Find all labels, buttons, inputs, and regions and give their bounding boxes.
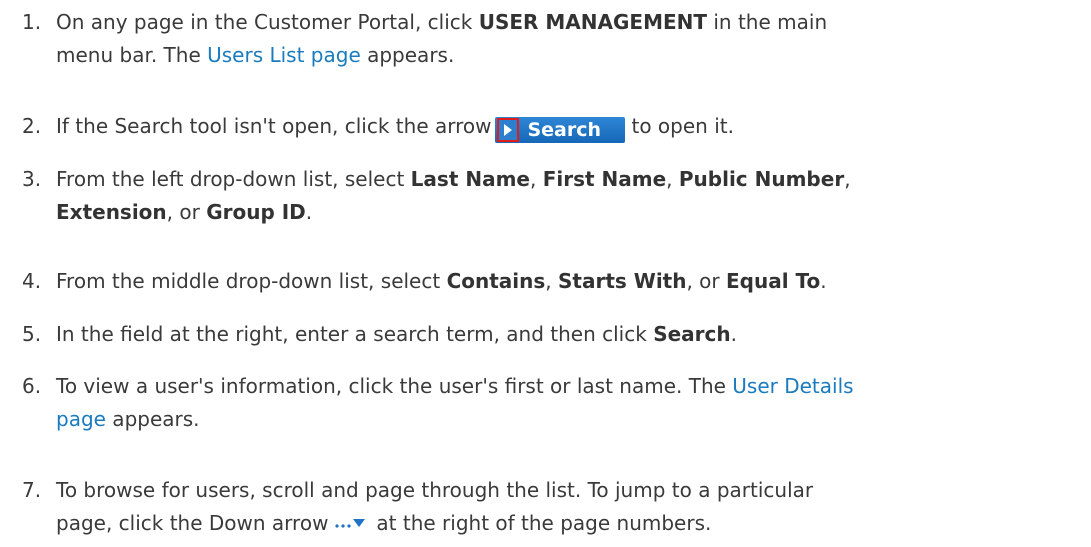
text-span: ,: [529, 167, 543, 191]
option-public-number: Public Number: [678, 167, 845, 191]
text-span: appears.: [360, 43, 455, 67]
text-span: In the field at the right, enter a searc…: [56, 322, 654, 346]
text-span: .: [820, 269, 827, 293]
step-text: From the left drop-down list, select Las…: [56, 163, 1084, 229]
text-span: , or: [686, 269, 726, 293]
instructions-document: 1. On any page in the Customer Portal, c…: [0, 0, 1091, 547]
search-label: Search: [527, 118, 602, 141]
step-text: From the middle drop-down list, select C…: [56, 265, 1084, 298]
text-span: To browse for users, scroll and page thr…: [56, 478, 814, 502]
text-span: ,: [545, 269, 558, 293]
text-span: If the Search tool isn't open, click the…: [56, 114, 492, 138]
option-equal-to: Equal To: [726, 269, 821, 293]
step-number: 1.: [22, 10, 42, 34]
text-span: appears.: [105, 407, 200, 431]
text-span: .: [305, 200, 313, 224]
text-span: .: [730, 322, 737, 346]
step-text: In the field at the right, enter a searc…: [56, 318, 1084, 351]
text-span: , or: [166, 200, 207, 224]
search-tool-image: Search: [495, 117, 626, 143]
text-span: To view a user's information, click the …: [56, 374, 733, 398]
step-text: To view a user's information, click the …: [56, 370, 1084, 436]
text-span: On any page in the Customer Portal, clic…: [56, 10, 479, 34]
users-list-page-link[interactable]: Users List page: [207, 43, 361, 67]
step-text: To browse for users, scroll and page thr…: [56, 474, 1084, 540]
text-span: in the main: [707, 10, 828, 34]
text-span: ,: [844, 167, 851, 191]
text-span: menu bar. The: [56, 43, 208, 67]
triangle-down-icon[interactable]: [352, 518, 366, 530]
step-number: 7.: [22, 478, 42, 502]
step-number: 2.: [22, 114, 42, 138]
step-text: If the Search tool isn't open, click the…: [56, 110, 1084, 143]
option-group-id: Group ID: [206, 200, 306, 224]
search-toggle-arrow[interactable]: [497, 118, 520, 142]
user-details-page-link-continued[interactable]: page: [56, 407, 106, 431]
search-button-name: Search: [653, 322, 731, 346]
play-arrow-icon: [503, 123, 513, 137]
text-span: page, click the Down arrow: [56, 511, 329, 535]
step-text: On any page in the Customer Portal, clic…: [56, 6, 1084, 72]
option-extension: Extension: [56, 200, 167, 224]
option-contains: Contains: [446, 269, 546, 293]
option-starts-with: Starts With: [558, 269, 687, 293]
ellipsis-icon: [334, 518, 352, 530]
text-span: From the left drop-down list, select: [56, 167, 411, 191]
text-span: at the right of the page numbers.: [376, 511, 712, 535]
step-number: 4.: [22, 269, 42, 293]
option-last-name: Last Name: [410, 167, 530, 191]
text-span: to open it.: [631, 114, 734, 138]
step-number: 3.: [22, 167, 42, 191]
step-number: 6.: [22, 374, 42, 398]
user-details-page-link[interactable]: User Details: [732, 374, 853, 398]
text-span: From the middle drop-down list, select: [56, 269, 447, 293]
step-number: 5.: [22, 322, 42, 346]
text-span: ,: [666, 167, 679, 191]
menu-item-user-management: USER MANAGEMENT: [478, 10, 708, 34]
page-dropdown-image: [334, 513, 370, 535]
option-first-name: First Name: [542, 167, 667, 191]
